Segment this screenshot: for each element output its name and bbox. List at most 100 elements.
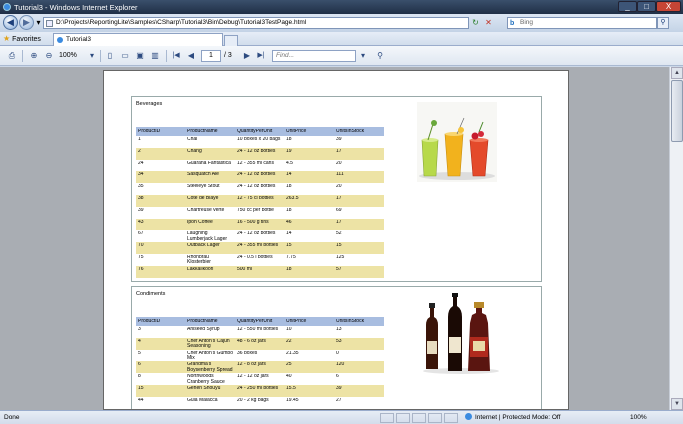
print-button[interactable]: ⎙ (6, 50, 18, 62)
table-cell: Outback Lager (187, 243, 220, 249)
status-panel (412, 413, 426, 423)
table-cell: Côte de Blaye (187, 195, 219, 201)
address-input[interactable]: D:\Projects\ReportingLite\Samples\CSharp… (43, 17, 469, 29)
search-button[interactable]: ⚲ (657, 17, 669, 29)
table-cell: 27 (336, 397, 342, 403)
table-cell: 10 boxes x 20 bags (237, 137, 281, 142)
table-cell: 70 (138, 243, 144, 249)
table-cell: 15 (336, 243, 342, 249)
table-row: 5 Chef Anton's Gumbo Mix 36 boxes 21.35 0 (136, 350, 384, 362)
table-cell: 18 (286, 184, 292, 190)
table-cell: Chang (187, 148, 202, 154)
previous-page-button[interactable]: ◀ (185, 50, 197, 62)
scroll-up-icon[interactable]: ▲ (671, 67, 683, 79)
single-page-button[interactable]: ▯ (104, 50, 116, 62)
table-cell: 10 (286, 327, 292, 332)
vertical-scrollbar[interactable]: ▲ ▼ (669, 67, 683, 410)
table-row: 1 Chai 10 boxes x 20 bags 18 39 (136, 136, 384, 148)
table-row: 44 Gula Malacca 20 - 2 kg bags 19.45 27 (136, 397, 384, 409)
table-cell: 17 (336, 195, 342, 201)
page-width-button[interactable]: ▭ (119, 50, 131, 62)
table-cell: 46 (286, 219, 292, 225)
table-cell: Steeleye Stout (187, 184, 220, 190)
tab-tutorial3[interactable]: Tutorial3 (53, 33, 223, 46)
zoom-select[interactable]: 100% (59, 50, 77, 62)
table-cell: 24 - 12 oz bottles (237, 148, 276, 154)
next-page-button[interactable]: ▶ (241, 50, 253, 62)
column-header: UnitPrice (286, 319, 307, 324)
minimize-button[interactable]: _ (618, 1, 637, 12)
table-cell: 18 (286, 137, 292, 142)
table-cell: 5 (138, 350, 141, 356)
zoom-in-button[interactable]: ⊕ (28, 50, 40, 62)
table-cell: 12 - 75 cl bottles (237, 195, 274, 201)
two-pages-button[interactable]: ▥ (149, 50, 161, 62)
table-row: 2 Chang 24 - 12 oz bottles 19 17 (136, 147, 384, 160)
table-cell: 3 (138, 327, 141, 332)
favorites-button[interactable]: ★ Favorites (3, 34, 41, 43)
bing-icon: b (510, 20, 515, 27)
table-cell: Gula Malacca (187, 397, 218, 403)
table-row: 67 Laughing Lumberjack Lager 24 - 12 oz bo… (136, 230, 384, 242)
table-cell: 52 (336, 231, 342, 237)
zoom-dropdown-icon[interactable]: ▾ (86, 50, 98, 62)
report-viewer[interactable]: Beverages ProductID ProductName QuantityPe… (0, 67, 669, 410)
condiments-image (420, 293, 502, 375)
status-panel (396, 413, 410, 423)
find-dropdown-icon[interactable]: ▾ (357, 50, 369, 62)
last-page-button[interactable]: ▶| (254, 50, 268, 62)
table-cell: 12 - 8 oz jars (237, 362, 266, 368)
forward-button[interactable]: ▶ (19, 15, 34, 30)
table-cell: 111 (336, 172, 344, 178)
first-page-button[interactable]: |◀ (169, 50, 183, 62)
table-cell: 39 (336, 385, 342, 391)
table-row: 76 Lakkalikööri 500 ml 18 57 (136, 265, 384, 278)
stop-button[interactable]: ✕ (483, 17, 494, 29)
page-count: / 3 (224, 52, 232, 59)
table-cell: 43 (138, 219, 144, 225)
table-row: 39 Chartreuse verte 750 cc per bottle 18 69 (136, 207, 384, 219)
table-cell: 57 (336, 266, 342, 272)
table-cell: 120 (336, 362, 345, 368)
column-header: UnitsInStock (336, 319, 365, 324)
refresh-button[interactable]: ↻ (470, 17, 481, 29)
table-row: 38 Côte de Blaye 12 - 75 cl bottles 263.5 17 (136, 194, 384, 207)
category-name: Condiments (136, 291, 166, 297)
table-cell: 14 (286, 172, 292, 178)
page-icon (46, 20, 53, 27)
zoom-out-button[interactable]: ⊖ (43, 50, 55, 62)
title-bar: Tutorial3 - Windows Internet Explorer _ … (0, 0, 683, 14)
status-zoom[interactable]: 100% (630, 413, 647, 423)
status-panel (428, 413, 442, 423)
search-input[interactable]: b Bing (507, 17, 657, 29)
whole-page-button[interactable]: ▣ (134, 50, 146, 62)
scroll-thumb[interactable] (671, 80, 683, 142)
table-cell: 1 (138, 137, 141, 142)
table-cell: 25 (286, 362, 292, 368)
close-button[interactable]: X (656, 1, 681, 12)
column-header: ProductID (138, 319, 161, 324)
maximize-button[interactable]: □ (637, 1, 656, 12)
table-cell: 4 (138, 338, 141, 344)
back-button[interactable]: ◀ (3, 15, 18, 30)
table-cell: 40 (286, 374, 292, 380)
category-section: Condiments ProductID ProductName QuantityP… (131, 286, 542, 409)
table-cell: 13 (336, 327, 342, 332)
table-cell: 24 - 12 oz bottles (237, 184, 276, 190)
find-button[interactable]: ⚲ (374, 50, 386, 62)
browser-window: Tutorial3 - Windows Internet Explorer _ … (0, 0, 683, 424)
table-cell: Lakkalikööri (187, 266, 214, 272)
table-cell: 17 (336, 148, 342, 154)
products-table: ProductID ProductName QuantityPerUnit UnitP… (136, 127, 384, 278)
table-cell: 75 (138, 254, 144, 260)
table-cell: Chai (187, 137, 198, 142)
new-tab-button[interactable] (224, 35, 238, 46)
table-cell: 16 - 500 g tins (237, 219, 269, 225)
table-cell: 35 (138, 184, 144, 190)
find-input[interactable]: Find... (272, 50, 356, 62)
table-cell: 2 (138, 148, 141, 154)
page-number-input[interactable]: 1 (201, 50, 221, 62)
column-header: UnitsInStock (336, 129, 365, 134)
column-header: UnitPrice (286, 129, 307, 134)
scroll-down-icon[interactable]: ▼ (671, 398, 683, 410)
